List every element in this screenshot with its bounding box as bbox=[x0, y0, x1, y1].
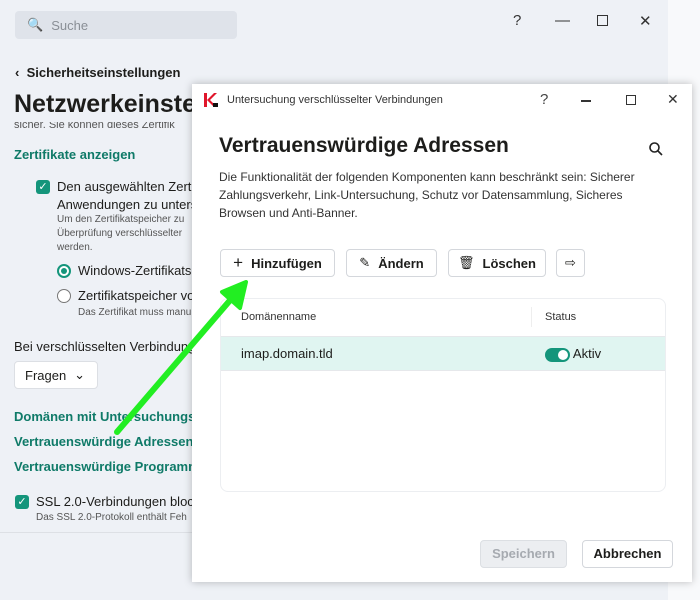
search-input[interactable]: 🔍 Suche bbox=[15, 11, 237, 39]
radio-desc: Das Zertifikat muss manu bbox=[78, 307, 192, 318]
trash-icon: 🗑 bbox=[458, 255, 475, 270]
trusted-programs-link[interactable]: Vertrauenswürdige Programme bbox=[14, 459, 207, 474]
export-button[interactable]: ⇨ bbox=[556, 249, 585, 277]
back-link[interactable]: ‹ Sicherheitseinstellungen bbox=[15, 65, 180, 80]
checkbox-desc: Um den Zertifikatspeicher zu bbox=[57, 214, 185, 225]
search-icon: 🔍 bbox=[27, 17, 44, 32]
radio-label-2: Zertifikatspeicher vo bbox=[78, 288, 195, 303]
ssl-checkbox[interactable]: ✓ bbox=[15, 495, 29, 509]
checkbox-desc-3: werden. bbox=[57, 242, 93, 253]
radio-windows-store[interactable] bbox=[57, 264, 71, 278]
help-icon[interactable]: ? bbox=[513, 12, 521, 29]
scan-checkbox[interactable]: ✓ bbox=[36, 180, 50, 194]
help-icon[interactable]: ? bbox=[540, 91, 548, 108]
page-title: Netzwerkeinste bbox=[14, 90, 197, 118]
table-row[interactable]: imap.domain.tld Aktiv bbox=[221, 336, 665, 371]
dialog-description: Die Funktionalität der folgenden Kompone… bbox=[219, 170, 635, 220]
domains-link[interactable]: Domänen mit Untersuchungsfe bbox=[14, 409, 207, 424]
checkbox-label-2: Anwendungen zu untersu bbox=[57, 197, 205, 212]
column-header-domain[interactable]: Domänenname bbox=[241, 311, 316, 323]
trusted-addresses-link[interactable]: Vertrauenswürdige Adressen bbox=[14, 434, 193, 449]
maximize-icon[interactable] bbox=[626, 95, 636, 105]
kaspersky-logo-icon bbox=[204, 93, 218, 107]
status-toggle[interactable] bbox=[545, 347, 570, 362]
chevron-down-icon: ⌄ bbox=[74, 367, 85, 382]
action-select[interactable]: Fragen ⌄ bbox=[14, 361, 98, 389]
cancel-button[interactable]: Abbrechen bbox=[582, 540, 673, 568]
addresses-table: Domänenname Status imap.domain.tld Aktiv bbox=[220, 298, 666, 492]
encrypted-connections-label: Bei verschlüsselten Verbindung bbox=[14, 339, 196, 354]
dialog-title: Untersuchung verschlüsselter Verbindunge… bbox=[227, 94, 443, 106]
pencil-icon: ✎ bbox=[359, 255, 371, 270]
dialog-heading: Vertrauenswürdige Adressen bbox=[219, 134, 509, 157]
search-icon[interactable] bbox=[649, 142, 663, 161]
minimize-icon[interactable]: — bbox=[555, 12, 570, 29]
column-header-status[interactable]: Status bbox=[545, 311, 576, 323]
status-cell: Aktiv bbox=[545, 346, 601, 362]
ssl-label: SSL 2.0-Verbindungen block bbox=[36, 494, 201, 509]
domain-cell: imap.domain.tld bbox=[241, 346, 333, 361]
close-icon[interactable]: ✕ bbox=[667, 91, 679, 108]
ssl-desc: Das SSL 2.0-Protokoll enthält Feh bbox=[36, 512, 187, 523]
close-icon[interactable]: ✕ bbox=[639, 12, 652, 30]
show-certificates-link[interactable]: Zertifikate anzeigen bbox=[14, 147, 135, 162]
checkbox-label: Den ausgewählten Zertifi bbox=[57, 179, 201, 194]
delete-button[interactable]: 🗑 Löschen bbox=[448, 249, 546, 277]
export-icon: ⇨ bbox=[565, 255, 576, 270]
trusted-addresses-dialog: Untersuchung verschlüsselter Verbindunge… bbox=[192, 84, 692, 582]
checkbox-desc-2: Überprüfung verschlüsselter bbox=[57, 228, 183, 239]
save-button[interactable]: Speichern bbox=[480, 540, 567, 568]
radio-custom-store[interactable] bbox=[57, 289, 71, 303]
chevron-left-icon: ‹ bbox=[15, 65, 27, 80]
clipped-text: sicher. Sie können dieses Zertifik bbox=[14, 122, 175, 131]
edit-button[interactable]: ✎ Ändern bbox=[346, 249, 437, 277]
add-button[interactable]: + Hinzufügen bbox=[220, 249, 335, 277]
minimize-icon[interactable] bbox=[581, 100, 591, 102]
column-divider bbox=[531, 307, 532, 327]
maximize-icon[interactable] bbox=[597, 15, 608, 26]
plus-icon: + bbox=[233, 253, 244, 272]
radio-label: Windows-Zertifikatsp bbox=[78, 263, 199, 278]
